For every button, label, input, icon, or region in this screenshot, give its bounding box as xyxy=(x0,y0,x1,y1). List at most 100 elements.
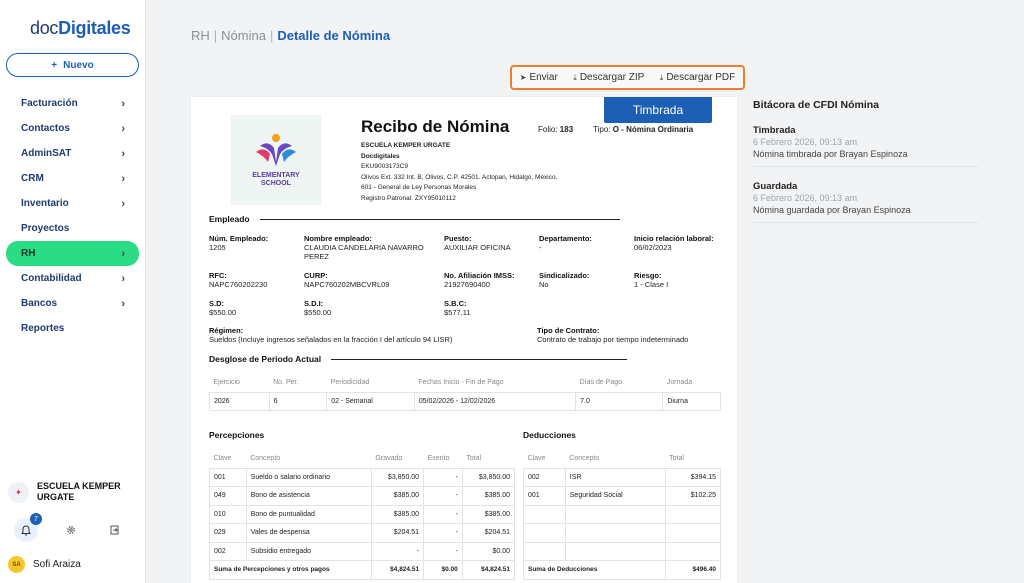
cfdi-log: Bitácora de CFDI Nómina Timbrada 6 Febrer… xyxy=(753,99,978,237)
column-header: Clave xyxy=(213,455,232,463)
receipt-title: Recibo de Nómina xyxy=(361,117,510,136)
column-header: No. Per. xyxy=(273,379,299,387)
table-row: 001 Sueldo o salario ordinario $3,850.00- $… xyxy=(209,467,516,487)
breadcrumb-nomina[interactable]: Nómina xyxy=(221,28,266,43)
sum-label: Suma de Percepciones y otros pagos xyxy=(209,560,372,580)
field-departamento: Departamento: - xyxy=(539,234,592,252)
sidebar-item-bancos[interactable]: Bancos › xyxy=(6,291,139,316)
table-cell: $385.00 xyxy=(370,486,425,506)
sum-value: $4,824.51 xyxy=(370,560,425,580)
table-cell: $394.15 xyxy=(664,467,722,487)
table-cell: 001 xyxy=(209,467,247,487)
school-logo-icon xyxy=(256,134,296,166)
school-logo-line2: SCHOOL xyxy=(261,180,291,187)
table-cell xyxy=(564,523,666,543)
field-num-empleado: Núm. Empleado: 1205 xyxy=(209,234,269,252)
status-badge: Timbrada xyxy=(604,97,712,123)
field-sd: S.D: $550.00 xyxy=(209,299,237,317)
section-empleado: Empleado xyxy=(209,214,620,224)
table-cell: 010 xyxy=(209,504,247,524)
log-entry-date: 6 Febrero 2026, 09:13 am xyxy=(753,137,858,147)
sidebar-item-label: Contabilidad xyxy=(21,273,82,284)
periodo-table: Ejercicio No. Per. Periodicidad Fechas Inic… xyxy=(209,374,721,411)
company-name-line1: ESCUELA KEMPER xyxy=(37,481,121,491)
send-button[interactable]: ➤ Enviar xyxy=(520,72,558,83)
chevron-right-icon: › xyxy=(121,147,125,160)
table-row: 2026 6 02 - Semanal 05/02/2026 - 12/02/2026… xyxy=(209,391,721,411)
notifications-button[interactable]: 7 xyxy=(14,513,42,542)
table-cell: Bono de asistencia xyxy=(245,486,372,506)
breadcrumb-rh[interactable]: RH xyxy=(191,28,210,43)
sidebar-item-proyectos[interactable]: Proyectos xyxy=(6,216,139,241)
settings-button[interactable] xyxy=(59,518,83,542)
sidebar-item-reportes[interactable]: Reportes xyxy=(6,316,139,341)
log-entry-title: Timbrada xyxy=(753,125,796,136)
sidebar-item-contactos[interactable]: Contactos › xyxy=(6,116,139,141)
table-cell: 002 xyxy=(523,467,566,487)
sidebar-item-contabilidad[interactable]: Contabilidad › xyxy=(6,266,139,291)
table-cell: - xyxy=(423,467,463,487)
sum-label: Suma de Deducciones xyxy=(523,560,666,580)
breadcrumb: RH | Nómina | Detalle de Nómina xyxy=(191,28,391,43)
tipo: Tipo: O - Nómina Ordinaria xyxy=(593,125,694,134)
page-title: Detalle de Nómina xyxy=(277,28,391,43)
periodo-header-row: Ejercicio No. Per. Periodicidad Fechas Inic… xyxy=(210,374,721,392)
field-riesgo: Riesgo: 1 - Clase I xyxy=(634,271,669,289)
log-entry: Timbrada 6 Febrero 2026, 09:13 am Nómina t… xyxy=(753,125,978,167)
field-nombre: Nombre empleado: CLAUDIA CANDELARIA NAVAR… xyxy=(304,234,424,261)
app-logo[interactable]: docDigitales xyxy=(30,18,131,39)
user-profile[interactable]: SA Sofi Araiza xyxy=(8,556,81,573)
column-header: Concepto xyxy=(569,455,600,463)
log-entry-title: Guardada xyxy=(753,181,798,192)
column-header: Total xyxy=(466,455,482,463)
field-puesto: Puesto: AUXILIAR OFICINA xyxy=(444,234,511,252)
table-cell: 049 xyxy=(209,486,247,506)
sidebar-item-inventario[interactable]: Inventario › xyxy=(6,191,139,216)
school-logo-line1: ELEMENTARY xyxy=(252,172,300,179)
sidebar-item-label: RH xyxy=(21,248,36,259)
gear-icon xyxy=(66,526,75,534)
deducciones-sum-row: Suma de Deducciones $496.40 xyxy=(523,560,722,580)
logout-icon xyxy=(110,525,119,535)
sidebar-item-crm[interactable]: CRM › xyxy=(6,166,139,191)
column-header: Ejercicio xyxy=(213,379,240,387)
sum-value: $496.40 xyxy=(664,560,722,580)
percepciones-sum-row: Suma de Percepciones y otros pagos $4,824… xyxy=(209,560,516,580)
table-cell: 029 xyxy=(209,523,247,543)
issuer-info: ESCUELA KEMPER URGATE Docdigitales EKU90… xyxy=(361,142,558,202)
new-button[interactable]: + Nuevo xyxy=(6,53,139,77)
field-rfc: RFC: NAPC760202230 xyxy=(209,271,268,289)
section-deducciones: Deducciones xyxy=(523,430,576,440)
table-cell: ISR xyxy=(564,467,666,487)
field-regimen: Régimen: Sueldos (Incluye ingresos señala… xyxy=(209,326,453,344)
download-zip-button[interactable]: ⤓ Descargar ZIP xyxy=(573,72,644,83)
download-icon: ⤓ xyxy=(573,72,577,82)
table-cell xyxy=(664,504,722,524)
field-sbc: S.B.C: $577.11 xyxy=(444,299,471,317)
chevron-right-icon: › xyxy=(121,172,125,185)
sidebar-item-facturacion[interactable]: Facturación › xyxy=(6,91,139,116)
download-pdf-button[interactable]: ⤓ Descargar PDF xyxy=(660,72,735,83)
table-cell: 2026 xyxy=(209,391,270,411)
table-cell: - xyxy=(423,523,463,543)
field-sdi: S.D.I: $550.00 xyxy=(304,299,332,317)
sidebar-nav: Facturación › Contactos › AdminSAT › CRM › Inven… xyxy=(6,91,139,341)
sidebar-item-adminsat[interactable]: AdminSAT › xyxy=(6,141,139,166)
table-cell xyxy=(523,504,566,524)
avatar: SA xyxy=(8,556,25,573)
sidebar-item-rh[interactable]: RH › xyxy=(6,241,139,266)
table-row xyxy=(523,523,722,543)
chevron-right-icon: › xyxy=(121,197,125,210)
table-cell: - xyxy=(370,541,425,561)
table-cell: 002 xyxy=(209,541,247,561)
chevron-right-icon: › xyxy=(121,297,125,310)
chevron-right-icon: › xyxy=(121,122,125,135)
table-cell: $204.51 xyxy=(370,523,425,543)
logout-button[interactable] xyxy=(103,518,127,542)
table-cell: $3,850.00 xyxy=(370,467,425,487)
company-selector[interactable]: ✦ ESCUELA KEMPER URGATE xyxy=(8,481,140,503)
table-cell: $3,850.00 xyxy=(461,467,516,487)
school-logo: ELEMENTARY SCHOOL xyxy=(231,115,321,205)
column-header: Exento xyxy=(427,455,450,463)
table-cell: 7.0 xyxy=(575,391,664,411)
